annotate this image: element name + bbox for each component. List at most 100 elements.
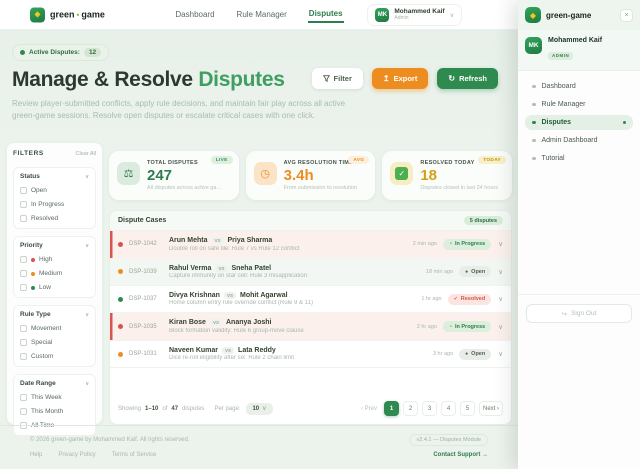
checkbox[interactable] [20, 408, 27, 415]
filter-priority-low[interactable]: Low [20, 284, 89, 291]
table-row[interactable]: DSP-1037 Divya Krishnan VS Mohit Agarwal H… [110, 286, 511, 314]
filter-status-resolved[interactable]: Resolved [20, 215, 89, 222]
page-1-button[interactable]: 1 [383, 401, 399, 416]
export-button[interactable]: ↥ Export [371, 68, 429, 89]
filter-rule-custom[interactable]: Custom [20, 353, 89, 360]
brand-logo[interactable]: ◆ green • game [30, 7, 105, 22]
footer: © 2026 green-game by Mohammed Kaif. All … [0, 425, 518, 469]
checkbox[interactable] [20, 284, 27, 291]
stat-avg-resolution: ◷ AVG RESOLUTION TIME 3.4h From submissi… [245, 151, 376, 201]
live-badge: LIVE [210, 156, 233, 164]
page-5-button[interactable]: 5 [459, 401, 475, 416]
header-actions: Filter ↥ Export ↻ Refresh [311, 68, 498, 89]
checkbox[interactable] [20, 256, 27, 263]
user-menu[interactable]: MK Mohammed Kaif Admin ∨ [367, 4, 462, 26]
checkbox[interactable] [20, 215, 27, 222]
nav-rule-manager[interactable]: Rule Manager [236, 7, 288, 22]
expand-chevron-icon[interactable]: ∨ [498, 240, 503, 248]
nav-dashboard[interactable]: Dashboard [174, 7, 215, 22]
filter-section-rule-type: Rule Type ∨ Movement Special Custom [13, 305, 96, 367]
vs-chip: VS [222, 346, 235, 354]
open-dot-icon: ● [465, 351, 469, 357]
chevron-down-icon: ∨ [85, 380, 89, 387]
clear-all-link[interactable]: Clear All [76, 151, 96, 157]
checkbox[interactable] [20, 339, 27, 346]
timestamp: 1 hr ago [421, 296, 442, 303]
stat-subtext: All disputes across active ga… [147, 185, 222, 192]
today-badge: TODAY [478, 156, 507, 164]
chevron-down-icon: ∨ [85, 173, 89, 180]
avg-badge: AVG [348, 156, 370, 164]
priority-dot-icon [118, 324, 123, 330]
export-icon: ↥ [382, 73, 390, 83]
filter-priority-medium[interactable]: Medium [20, 270, 89, 277]
filter-button[interactable]: Filter [311, 68, 363, 89]
footer-link-help[interactable]: Help [30, 452, 42, 458]
page-2-button[interactable]: 2 [402, 401, 418, 416]
checkbox[interactable] [20, 201, 27, 208]
brand-name: green • game [50, 9, 105, 20]
filter-rule-special[interactable]: Special [20, 339, 89, 346]
page-3-button[interactable]: 3 [421, 401, 437, 416]
filter-status-open[interactable]: Open [20, 187, 89, 194]
filter-date-this-month[interactable]: This Month [20, 408, 89, 415]
prev-page-button[interactable]: ‹ Prev [358, 401, 380, 416]
checkbox[interactable] [20, 394, 27, 401]
bullet-dot-icon [532, 84, 536, 89]
drawer-item-tutorial[interactable]: Tutorial [525, 151, 633, 166]
low-priority-dot-icon [31, 285, 35, 290]
checkbox[interactable] [20, 353, 27, 360]
in-progress-icon: ◔ [448, 323, 452, 330]
table-row[interactable]: DSP-1042 Arun Mehta VS Priya Sharma Double… [110, 231, 511, 259]
stat-subtext: From submission to resolution [283, 185, 358, 192]
avatar: MK [375, 8, 390, 22]
table-row[interactable]: DSP-1031 Naveen Kumar VS Lata Reddy Dice r… [110, 341, 511, 369]
vs-chip: VS [215, 264, 228, 272]
expand-chevron-icon[interactable]: ∨ [498, 268, 503, 276]
filter-section-date-range-header[interactable]: Date Range ∨ [20, 380, 89, 387]
checkbox[interactable] [20, 325, 27, 332]
next-page-button[interactable]: Next › [478, 401, 503, 416]
priority-dot-icon [118, 241, 123, 247]
filter-date-this-week[interactable]: This Week [20, 394, 89, 401]
footer-link-terms[interactable]: Terms of Service [112, 452, 157, 458]
checkbox[interactable] [20, 187, 27, 194]
drawer-item-rule-manager[interactable]: Rule Manager [525, 97, 633, 112]
player2-name: Lata Reddy [238, 346, 276, 354]
filter-section-rule-type-header[interactable]: Rule Type ∨ [20, 311, 89, 318]
expand-chevron-icon[interactable]: ∨ [498, 350, 503, 358]
drawer-item-disputes[interactable]: Disputes [525, 115, 633, 130]
vs-chip: VS [211, 237, 224, 245]
nav-disputes[interactable]: Disputes [307, 6, 344, 23]
per-page-select[interactable]: 10 ∨ [246, 402, 273, 415]
drawer-item-admin-dashboard[interactable]: Admin Dashboard [525, 133, 633, 148]
expand-chevron-icon[interactable]: ∨ [498, 323, 503, 331]
table-row[interactable]: DSP-1035 Kiran Bose VS Ananya Joshi Block … [110, 313, 511, 341]
bullet-dot-icon [532, 138, 536, 143]
drawer-menu: Dashboard Rule Manager Disputes Admin Da… [518, 71, 640, 169]
close-icon[interactable]: × [620, 8, 633, 22]
timestamp: 2 min ago [412, 241, 437, 248]
checkbox[interactable] [20, 270, 27, 277]
bullet-dot-icon [532, 102, 536, 107]
refresh-button[interactable]: ↻ Refresh [437, 68, 498, 89]
pagination-controls: ‹ Prev 1 2 3 4 5 Next › [358, 401, 503, 416]
timestamp: 3 hr ago [432, 351, 454, 357]
filter-status-in-progress[interactable]: In Progress [20, 201, 89, 208]
drawer-item-dashboard[interactable]: Dashboard [525, 79, 633, 94]
filter-section-status-header[interactable]: Status ∨ [20, 173, 89, 180]
stat-value: 247 [147, 167, 173, 184]
filter-priority-high[interactable]: High [20, 256, 89, 263]
expand-chevron-icon[interactable]: ∨ [498, 295, 503, 303]
contact-support-link[interactable]: Contact Support → [433, 452, 488, 458]
filter-rule-movement[interactable]: Movement [20, 325, 89, 332]
page-4-button[interactable]: 4 [440, 401, 456, 416]
chevron-down-icon: ∨ [85, 311, 89, 318]
filter-section-priority-header[interactable]: Priority ∨ [20, 242, 89, 249]
page-description: Review player-submitted conflicts, apply… [12, 99, 346, 121]
table-row[interactable]: DSP-1039 Rahul Verma VS Sneha Patel Captur… [110, 258, 511, 287]
filter-section-priority: Priority ∨ High Medium Low [13, 236, 96, 298]
footer-link-privacy[interactable]: Privacy Policy [58, 452, 95, 458]
drawer-logo-icon: ◆ [525, 7, 541, 23]
sign-out-button[interactable]: ↪ Sign Out [526, 304, 632, 323]
